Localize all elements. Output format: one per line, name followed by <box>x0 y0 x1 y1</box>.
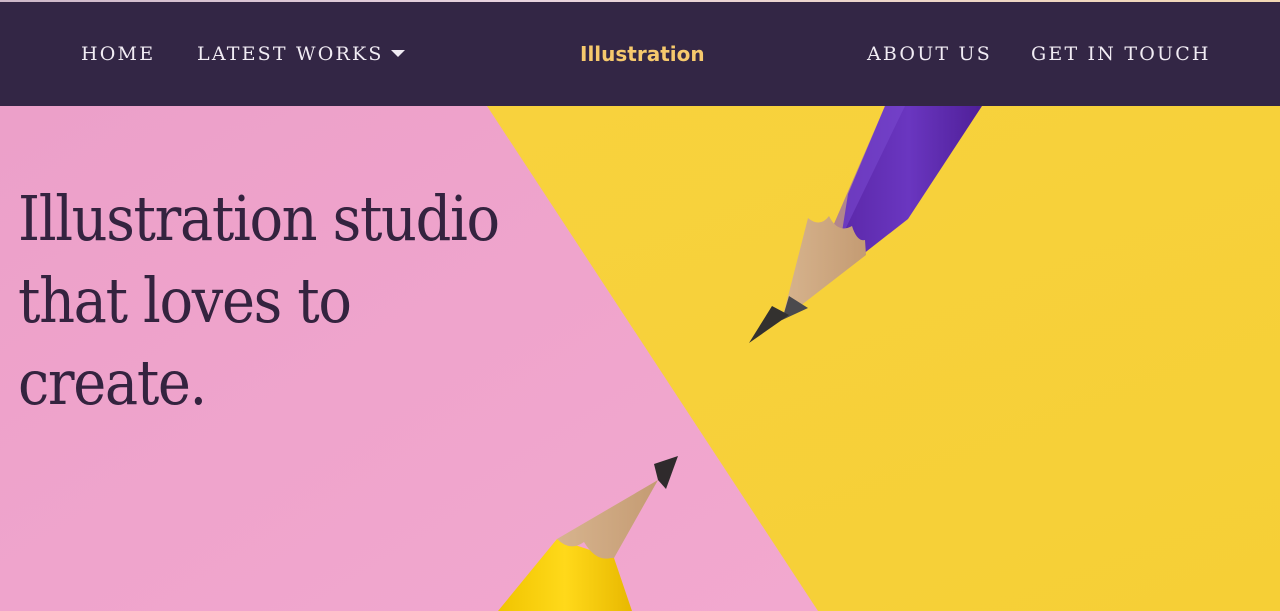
nav-latest-works-label: LATEST WORKS <box>197 43 384 65</box>
caret-down-icon <box>390 49 405 57</box>
nav-about-link[interactable]: ABOUT US <box>867 40 992 68</box>
hero-headline-line-3: create. <box>18 346 207 419</box>
hero-section: Illustration studio that loves to create… <box>0 106 1280 611</box>
nav-contact-link[interactable]: GET IN TOUCH <box>1031 40 1211 68</box>
nav-home-link[interactable]: HOME <box>81 40 155 68</box>
brand-logo[interactable]: Illustration <box>580 39 705 69</box>
nav-latest-works-dropdown[interactable]: LATEST WORKS <box>197 40 405 68</box>
main-navigation: HOME LATEST WORKS Illustration ABOUT US … <box>0 2 1280 106</box>
hero-headline-line-2: that loves to <box>18 264 352 337</box>
top-accent-strip <box>0 0 1280 2</box>
hero-headline-line-1: Illustration studio <box>18 182 500 255</box>
hero-headline: Illustration studio that loves to create… <box>18 178 522 424</box>
page: HOME LATEST WORKS Illustration ABOUT US … <box>0 0 1280 611</box>
